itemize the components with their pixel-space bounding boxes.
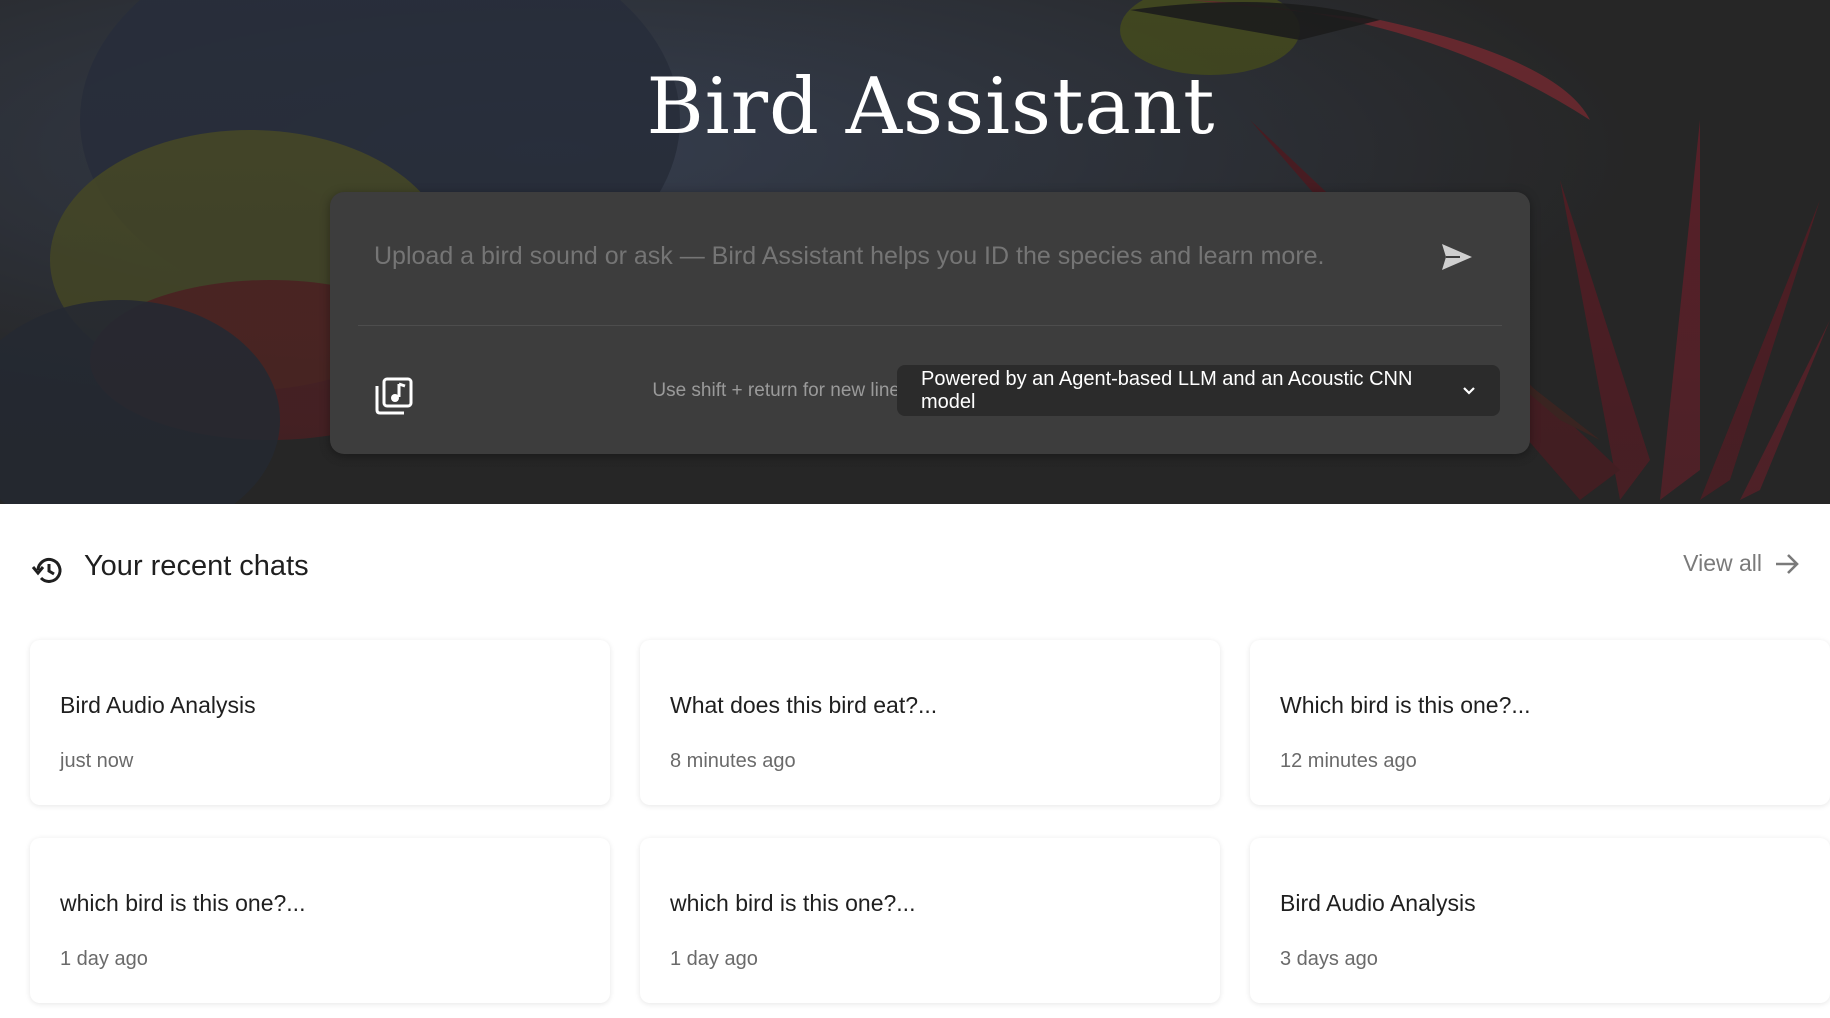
chat-card-title: Bird Audio Analysis [60,692,256,718]
send-button[interactable] [1432,232,1482,282]
composer-divider [358,325,1502,326]
chat-card-time: 3 days ago [1280,948,1378,970]
chat-card-title: What does this bird eat?... [670,692,938,718]
history-icon [31,557,62,583]
page-title: Bird Assistant [646,62,1216,152]
message-input[interactable] [374,242,1374,271]
chat-card[interactable]: Bird Audio Analysis just now [30,640,610,805]
chat-card[interactable]: Bird Audio Analysis 3 days ago [1250,838,1830,1003]
send-icon [1442,244,1472,270]
view-all-label: View all [1683,550,1762,576]
arrow-right-icon [1776,553,1799,574]
model-select[interactable]: Powered by an Agent-based LLM and an Aco… [897,365,1500,416]
newline-hint: Use shift + return for new line [652,380,900,401]
chat-card-title: which bird is this one?... [670,890,916,916]
chevron-down-icon [1463,386,1475,395]
chat-card[interactable]: which bird is this one?... 1 day ago [640,838,1220,1003]
audio-library-icon [375,377,413,415]
chat-card[interactable]: which bird is this one?... 1 day ago [30,838,610,1003]
recent-chats-title: Your recent chats [84,550,309,582]
chat-card-title: which bird is this one?... [60,890,306,916]
chat-card-time: 12 minutes ago [1280,750,1417,772]
model-select-label: Powered by an Agent-based LLM and an Aco… [921,367,1413,413]
chat-card-title: Bird Audio Analysis [1280,890,1476,916]
chat-card-time: 1 day ago [60,948,148,970]
chat-card-time: 1 day ago [670,948,758,970]
chat-card-time: just now [60,750,134,772]
chat-card-title: Which bird is this one?... [1280,692,1531,718]
hero-banner: Bird Assistant Use shift + return for ne… [0,0,1830,504]
chat-card-time: 8 minutes ago [670,750,796,772]
chat-card[interactable]: Which bird is this one?... 12 minutes ag… [1250,640,1830,805]
chat-composer: Use shift + return for new line Powered … [330,192,1530,454]
recent-chats-header: Your recent chats View all [30,544,1800,588]
upload-audio-button[interactable] [370,372,418,420]
view-all-link[interactable]: View all [1683,550,1800,577]
chat-card[interactable]: What does this bird eat?... 8 minutes ag… [640,640,1220,805]
